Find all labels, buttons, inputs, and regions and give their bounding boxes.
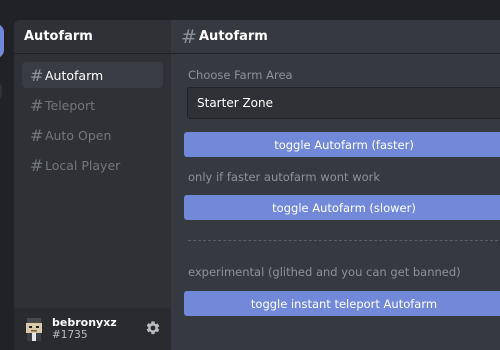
channel-header: # Autofarm [171,20,500,54]
channel-title: Autofarm [199,29,268,44]
toggle-autofarm-faster-button[interactable]: toggle Autofarm (faster) [184,132,500,157]
gear-icon[interactable] [145,320,161,336]
sidebar-item-autofarm[interactable]: # Autofarm [22,62,163,88]
toggle-instant-teleport-button[interactable]: toggle instant teleport Autofarm [184,291,500,316]
faster-note: only if faster autofarm wont work [188,170,381,184]
sidebar-title: Autofarm [14,20,171,54]
hash-icon: # [30,155,44,175]
toggle-autofarm-slower-button[interactable]: toggle Autofarm (slower) [184,195,500,220]
sidebar-item-auto-open[interactable]: # Auto Open [22,122,163,148]
sidebar-item-teleport[interactable]: # Teleport [22,92,163,118]
farm-area-value: Starter Zone [197,96,273,110]
hash-icon: # [181,25,197,48]
hash-icon: # [30,125,44,145]
username: bebronyxz [52,316,117,329]
divider [188,240,500,241]
farm-area-label: Choose Farm Area [188,68,293,82]
server-rail [0,0,10,350]
avatar[interactable] [24,317,44,341]
server-icon[interactable] [0,82,2,100]
sidebar-item-label: Local Player [45,157,121,173]
channel-list: # Autofarm # Teleport # Auto Open # Loca… [14,54,171,178]
user-tag: #1735 [52,329,88,341]
sidebar-item-label: Teleport [45,97,95,113]
hash-icon: # [30,65,44,85]
experimental-note: experimental (glithed and you can get ba… [188,265,461,279]
user-info: bebronyxz #1735 [52,316,117,342]
hash-icon: # [30,95,44,115]
server-indicator[interactable] [0,24,4,58]
main-panel: # Autofarm Choose Farm Area Starter Zone… [171,20,500,350]
user-panel: bebronyxz #1735 [14,308,171,350]
sidebar-item-local-player[interactable]: # Local Player [22,152,163,178]
sidebar-item-label: Autofarm [45,67,104,83]
farm-area-dropdown[interactable]: Starter Zone [187,87,500,119]
sidebar-item-label: Auto Open [45,127,112,143]
sidebar: Autofarm # Autofarm # Teleport # Auto Op… [14,20,171,350]
